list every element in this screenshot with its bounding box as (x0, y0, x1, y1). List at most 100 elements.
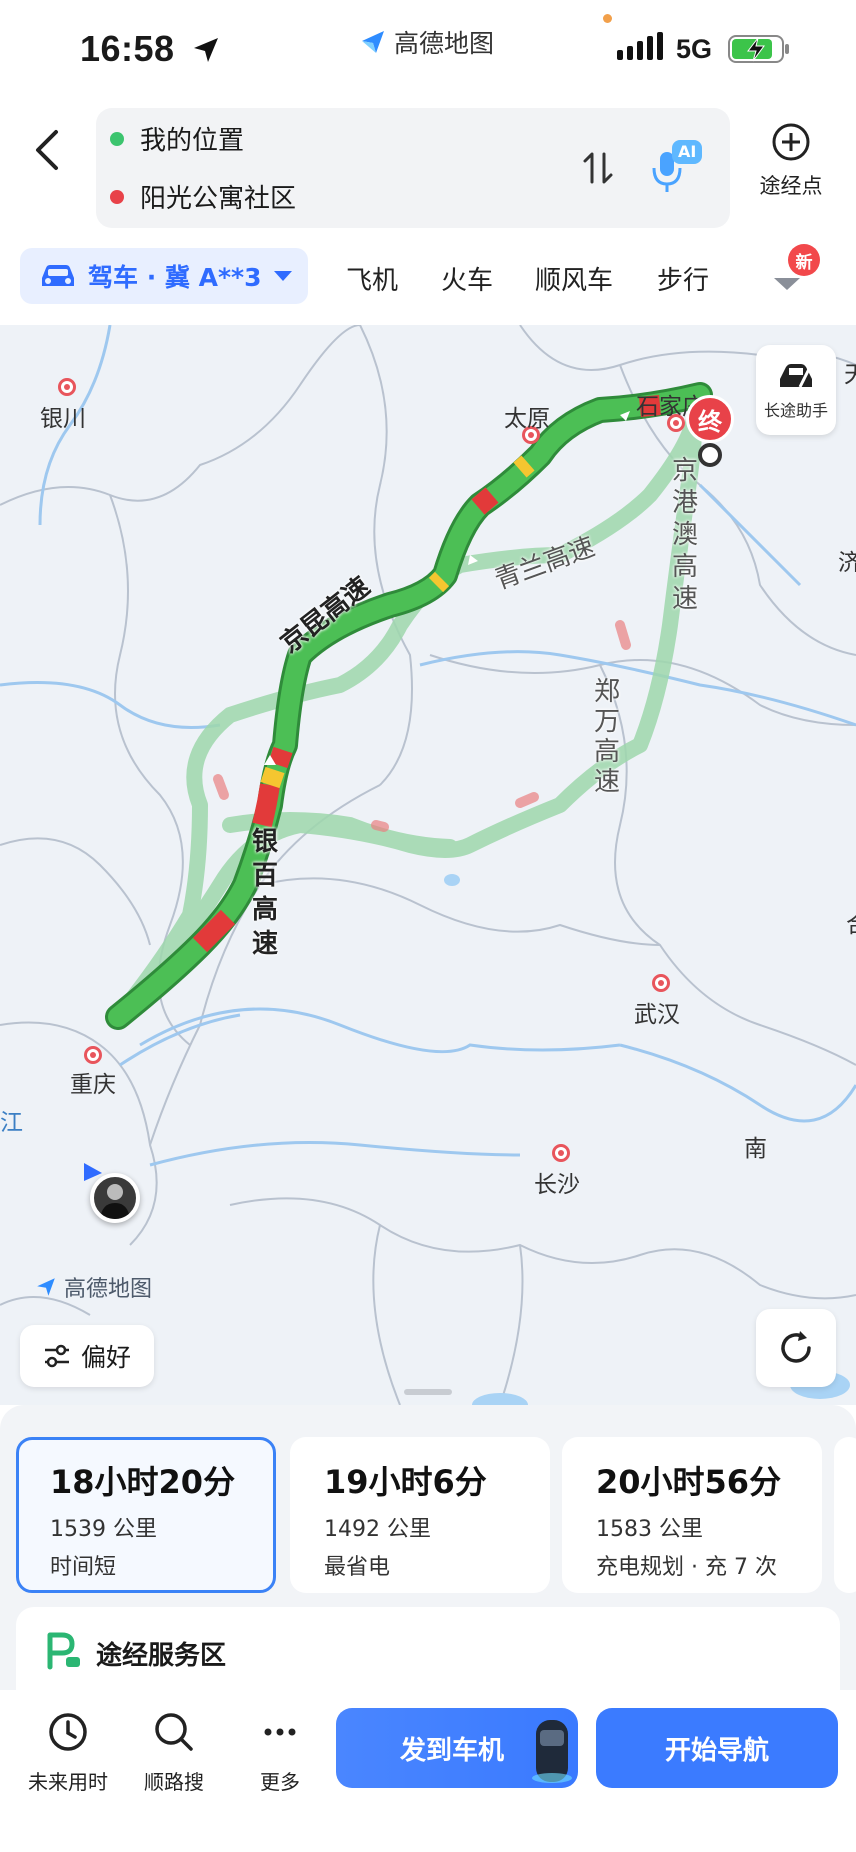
watermark-text: 高德地图 (64, 1277, 153, 1302)
route-map[interactable]: 银川 太原 石家庄 武汉 长沙 重庆 京昆高速 青兰高速 京港澳高速 郑万高速 … (0, 325, 856, 1405)
chevron-down-icon (273, 271, 292, 281)
city-dot-wuhan (652, 974, 670, 992)
clock-icon (49, 1713, 87, 1751)
waypoint-label: 途经点 (759, 174, 823, 198)
service-area-icon (47, 1632, 80, 1670)
map-edge-label: 天 (844, 362, 856, 388)
city-label-changsha: 长沙 (534, 1172, 580, 1198)
destination-dot (110, 189, 124, 204)
status-time: 16:58 (80, 28, 175, 69)
more-label: 更多 (260, 1770, 300, 1794)
mode-tab-walk[interactable]: 步行 (657, 260, 709, 297)
route-duration: 20小时56分 (596, 1463, 782, 1501)
mode-tab-train[interactable]: 火车 (441, 260, 493, 297)
city-label-yinchuan: 银川 (40, 406, 86, 432)
highway-label-jinggangao: 京港澳高速 (672, 456, 699, 614)
future-time-button[interactable]: 未来用时 (18, 1710, 118, 1795)
new-badge: 新 (788, 244, 820, 276)
city-label-chongqing: 重庆 (70, 1072, 116, 1098)
send-to-car-button[interactable]: 发到车机 (336, 1708, 578, 1788)
bottom-action-bar: 未来用时 顺路搜 更多 发到车机 开始导航 (0, 1690, 856, 1852)
brand-label: 高德地图 (358, 22, 494, 62)
origin-dot (110, 131, 124, 146)
ai-badge: AI (678, 142, 697, 161)
car-icon (42, 265, 74, 286)
privacy-indicator (603, 14, 612, 23)
amap-logo-icon (362, 31, 384, 53)
status-bar: 16:58 高德地图 5G (0, 0, 856, 100)
route-tag: 充电规划 · 充 7 次 (596, 1555, 777, 1580)
route-option-card[interactable]: 20小时56分 1583 公里 充电规划 · 充 7 次 (562, 1437, 822, 1593)
amap-logo-icon (37, 1278, 55, 1296)
city-dot-chongqing (84, 1046, 102, 1064)
service-area-label: 途经服务区 (96, 1641, 227, 1671)
more-dots-icon (264, 1728, 296, 1736)
along-search-label: 顺路搜 (144, 1770, 204, 1794)
route-distance: 1583 公里 (596, 1517, 703, 1542)
city-label-wuhan: 武汉 (634, 1002, 680, 1028)
battery-charging-icon (728, 35, 789, 63)
mode-tab-plane[interactable]: 飞机 (346, 260, 398, 297)
map-edge-label: 南 (744, 1136, 767, 1162)
origin-arrow-icon (84, 1163, 102, 1181)
back-icon[interactable] (22, 118, 78, 182)
assistant-label: 长途助手 (763, 401, 828, 420)
origin-text: 我的位置 (140, 126, 245, 156)
start-navigation-button[interactable]: 开始导航 (596, 1708, 838, 1788)
future-time-label: 未来用时 (28, 1770, 108, 1794)
mode-tab-carpool[interactable]: 顺风车 (535, 260, 613, 297)
more-modes-icon[interactable] (772, 274, 802, 294)
car-route-icon (780, 362, 814, 388)
signal-icon (617, 32, 663, 60)
origin-field[interactable]: 我的位置 (110, 120, 244, 157)
destination-marker[interactable]: 终 (686, 395, 734, 443)
route-duration: 18小时20分 (50, 1463, 236, 1501)
route-tag: 最省电 (324, 1555, 391, 1580)
ai-voice-button[interactable]: AI (648, 138, 704, 196)
route-option-card[interactable]: 19小时6分 1492 公里 最省电 (290, 1437, 550, 1593)
transport-mode-row: 驾车 · 冀 A**3 飞机 火车 顺风车 步行 新 (0, 244, 856, 314)
destination-field[interactable]: 阳光公寓社区 (110, 178, 296, 215)
city-label-taiyuan: 太原 (504, 406, 550, 432)
route-distance: 1492 公里 (324, 1517, 431, 1542)
map-watermark: 高德地图 (34, 1271, 152, 1303)
network-label: 5G (676, 34, 713, 64)
refresh-icon (781, 1331, 811, 1363)
add-circle-icon (772, 123, 810, 161)
app-root: 16:58 高德地图 5G 我的位置 阳光公寓社区 AI 途经点 驾车 · 冀 … (0, 0, 856, 1852)
origin-destination-box: 我的位置 阳光公寓社区 AI (96, 108, 730, 228)
swap-icon[interactable] (576, 146, 620, 190)
car-mode-label: 驾车 · 冀 A**3 (88, 263, 262, 292)
preference-button[interactable]: 偏好 (20, 1325, 154, 1387)
route-header: 我的位置 阳光公寓社区 AI 途经点 驾车 · 冀 A**3 飞机 火车 顺风车… (0, 100, 856, 325)
route-distance: 1539 公里 (50, 1517, 157, 1542)
city-dot-yinchuan (58, 378, 76, 396)
car-device-icon (532, 1720, 572, 1783)
sliders-icon (44, 1344, 69, 1368)
destination-text: 阳光公寓社区 (140, 184, 297, 214)
map-edge-label: 江 (0, 1110, 23, 1136)
map-edge-label: 合 (846, 905, 856, 939)
refresh-button[interactable] (756, 1309, 836, 1387)
location-arrow-icon (194, 38, 218, 62)
send-to-car-label: 发到车机 (400, 1735, 505, 1766)
map-canvas (0, 325, 856, 1405)
route-duration: 19小时6分 (324, 1463, 487, 1501)
add-waypoint-button[interactable]: 途经点 (746, 122, 836, 212)
along-search-button[interactable]: 顺路搜 (124, 1710, 224, 1795)
brand-text: 高德地图 (394, 29, 495, 58)
more-button[interactable]: 更多 (230, 1710, 330, 1795)
search-icon (155, 1713, 193, 1751)
mode-tab-car[interactable]: 驾车 · 冀 A**3 (20, 248, 308, 304)
person-icon (100, 1184, 130, 1219)
route-option-card-peek[interactable] (834, 1437, 856, 1593)
highway-label-zhengwan: 郑万高速 (594, 677, 621, 797)
route-option-card[interactable]: 18小时20分 1539 公里 时间短 (16, 1437, 276, 1593)
city-dot-changsha (552, 1144, 570, 1162)
long-trip-assistant-button[interactable]: 长途助手 (756, 345, 836, 435)
preference-label: 偏好 (80, 1343, 131, 1372)
map-edge-label: 济 (838, 550, 856, 576)
destination-pin-icon (698, 443, 722, 467)
sheet-drag-handle[interactable] (404, 1389, 452, 1395)
highway-label-yinbai: 银百高速 (252, 827, 279, 959)
